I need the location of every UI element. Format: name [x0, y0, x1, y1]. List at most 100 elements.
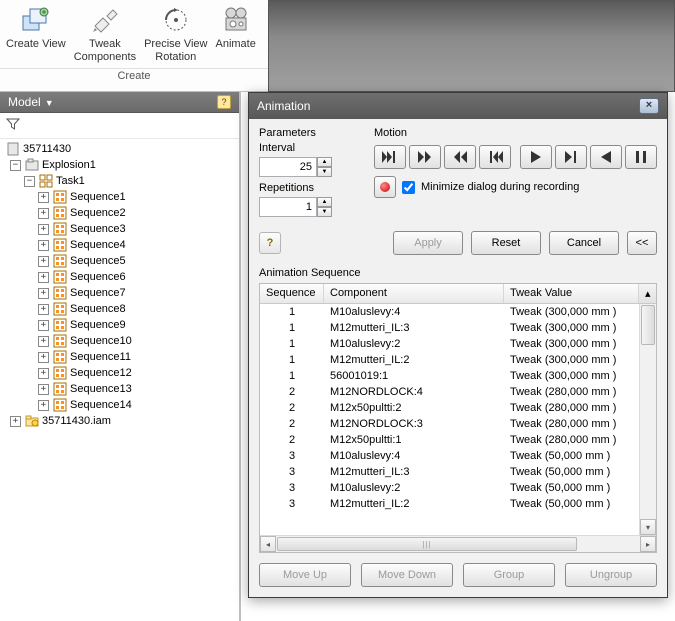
tree-sequence[interactable]: +Sequence10 [4, 333, 239, 349]
animation-sequence-label: Animation Sequence [259, 267, 657, 279]
tree-sequence[interactable]: +Sequence12 [4, 365, 239, 381]
expand-icon[interactable]: + [38, 384, 49, 395]
dialog-help-button[interactable]: ? [259, 232, 281, 254]
interval-up[interactable]: ▲ [317, 157, 332, 167]
expand-icon[interactable]: + [38, 352, 49, 363]
interval-label: Interval [259, 142, 356, 154]
horizontal-scrollbar[interactable]: ◂ ▸ [260, 535, 656, 552]
table-row[interactable]: 1M12mutteri_IL:2Tweak (300,000 mm ) [260, 352, 639, 368]
collapse-icon[interactable]: − [10, 160, 21, 171]
fast-rewind-button[interactable] [479, 145, 511, 169]
expand-icon[interactable]: + [38, 320, 49, 331]
tree-sequence[interactable]: +Sequence5 [4, 253, 239, 269]
expand-icon[interactable]: + [38, 304, 49, 315]
tree-sequence[interactable]: +Sequence3 [4, 221, 239, 237]
expand-icon[interactable]: + [38, 192, 49, 203]
close-button[interactable]: × [639, 98, 659, 114]
help-icon[interactable]: ? [217, 95, 231, 109]
tree-task[interactable]: − Task1 [4, 173, 239, 189]
col-component[interactable]: Component [324, 284, 504, 303]
expand-icon[interactable]: + [38, 256, 49, 267]
tree-sequence[interactable]: +Sequence9 [4, 317, 239, 333]
vertical-scrollbar[interactable]: ▾ [639, 304, 656, 535]
expand-icon[interactable]: + [38, 368, 49, 379]
table-row[interactable]: 156001019:1Tweak (300,000 mm ) [260, 368, 639, 384]
ribbon: Create View Tweak Components Precise Vie… [0, 0, 268, 92]
record-button[interactable] [374, 176, 396, 198]
table-row[interactable]: 2M12x50pultti:1Tweak (280,000 mm ) [260, 432, 639, 448]
expand-icon[interactable]: + [38, 400, 49, 411]
col-sequence[interactable]: Sequence [260, 284, 324, 303]
tree-sequence[interactable]: +Sequence2 [4, 205, 239, 221]
ungroup-button[interactable]: Ungroup [565, 563, 657, 587]
precise-rotation-button[interactable]: Precise View Rotation [140, 2, 211, 66]
scroll-left-button[interactable]: ◂ [260, 536, 276, 552]
tree-sequence[interactable]: +Sequence13 [4, 381, 239, 397]
model-panel-header[interactable]: Model▼ ? [0, 92, 239, 113]
expand-icon[interactable]: + [38, 208, 49, 219]
scroll-right-button[interactable]: ▸ [640, 536, 656, 552]
table-row[interactable]: 1M10aluslevy:4Tweak (300,000 mm ) [260, 304, 639, 320]
tree-sequence[interactable]: +Sequence4 [4, 237, 239, 253]
table-row[interactable]: 1M12mutteri_IL:3Tweak (300,000 mm ) [260, 320, 639, 336]
expand-icon[interactable]: + [38, 288, 49, 299]
repetitions-down[interactable]: ▼ [317, 207, 332, 217]
table-row[interactable]: 1M10aluslevy:2Tweak (300,000 mm ) [260, 336, 639, 352]
fast-forward-button[interactable] [374, 145, 406, 169]
cancel-button[interactable]: Cancel [549, 231, 619, 255]
pause-button[interactable] [625, 145, 657, 169]
play-button[interactable] [520, 145, 552, 169]
repetitions-label: Repetitions [259, 182, 356, 194]
scroll-up-button[interactable]: ▴ [639, 284, 656, 303]
table-row[interactable]: 2M12NORDLOCK:3Tweak (280,000 mm ) [260, 416, 639, 432]
create-view-label: Create View [6, 38, 66, 51]
tree-sequence[interactable]: +Sequence6 [4, 269, 239, 285]
expand-icon[interactable]: + [38, 224, 49, 235]
table-row[interactable]: 3M12mutteri_IL:3Tweak (50,000 mm ) [260, 464, 639, 480]
table-row[interactable]: 2M12x50pultti:2Tweak (280,000 mm ) [260, 400, 639, 416]
interval-input[interactable] [259, 157, 317, 177]
motion-label: Motion [374, 127, 657, 139]
table-row[interactable]: 3M12mutteri_IL:2Tweak (50,000 mm ) [260, 496, 639, 512]
minimize-checkbox[interactable] [402, 181, 415, 194]
expand-icon[interactable]: + [38, 336, 49, 347]
move-up-button[interactable]: Move Up [259, 563, 351, 587]
scrollbar-thumb[interactable] [641, 305, 655, 345]
interval-down[interactable]: ▼ [317, 167, 332, 177]
tree-sequence[interactable]: +Sequence14 [4, 397, 239, 413]
repetitions-input[interactable] [259, 197, 317, 217]
repetitions-up[interactable]: ▲ [317, 197, 332, 207]
col-tweak[interactable]: Tweak Value [504, 284, 639, 303]
filter-button[interactable] [0, 113, 239, 139]
tree-explosion[interactable]: − Explosion1 [4, 157, 239, 173]
expand-icon[interactable]: + [10, 416, 21, 427]
tree-iam[interactable]: + 35711430.iam [4, 413, 239, 429]
move-down-button[interactable]: Move Down [361, 563, 453, 587]
dialog-titlebar[interactable]: Animation × [249, 93, 667, 119]
minimize-label: Minimize dialog during recording [421, 181, 579, 193]
tree-sequence[interactable]: +Sequence8 [4, 301, 239, 317]
tree-sequence[interactable]: +Sequence11 [4, 349, 239, 365]
animate-button[interactable]: Animate [211, 2, 259, 66]
group-button[interactable]: Group [463, 563, 555, 587]
scroll-down-button[interactable]: ▾ [640, 519, 656, 535]
tree-sequence[interactable]: +Sequence7 [4, 285, 239, 301]
table-row[interactable]: 3M10aluslevy:2Tweak (50,000 mm ) [260, 480, 639, 496]
apply-button[interactable]: Apply [393, 231, 463, 255]
reset-button[interactable]: Reset [471, 231, 541, 255]
forward-button[interactable] [409, 145, 441, 169]
rewind-button[interactable] [444, 145, 476, 169]
step-forward-button[interactable] [555, 145, 587, 169]
create-view-button[interactable]: Create View [2, 2, 70, 66]
tree-sequence[interactable]: +Sequence1 [4, 189, 239, 205]
expand-icon[interactable]: + [38, 272, 49, 283]
tweak-components-button[interactable]: Tweak Components [70, 2, 140, 66]
table-row[interactable]: 3M10aluslevy:4Tweak (50,000 mm ) [260, 448, 639, 464]
collapse-button[interactable]: << [627, 231, 657, 255]
table-row[interactable]: 2M12NORDLOCK:4Tweak (280,000 mm ) [260, 384, 639, 400]
tree-root[interactable]: 35711430 [4, 141, 239, 157]
expand-icon[interactable]: + [38, 240, 49, 251]
scrollbar-thumb[interactable] [277, 537, 577, 551]
collapse-icon[interactable]: − [24, 176, 35, 187]
play-reverse-button[interactable] [590, 145, 622, 169]
